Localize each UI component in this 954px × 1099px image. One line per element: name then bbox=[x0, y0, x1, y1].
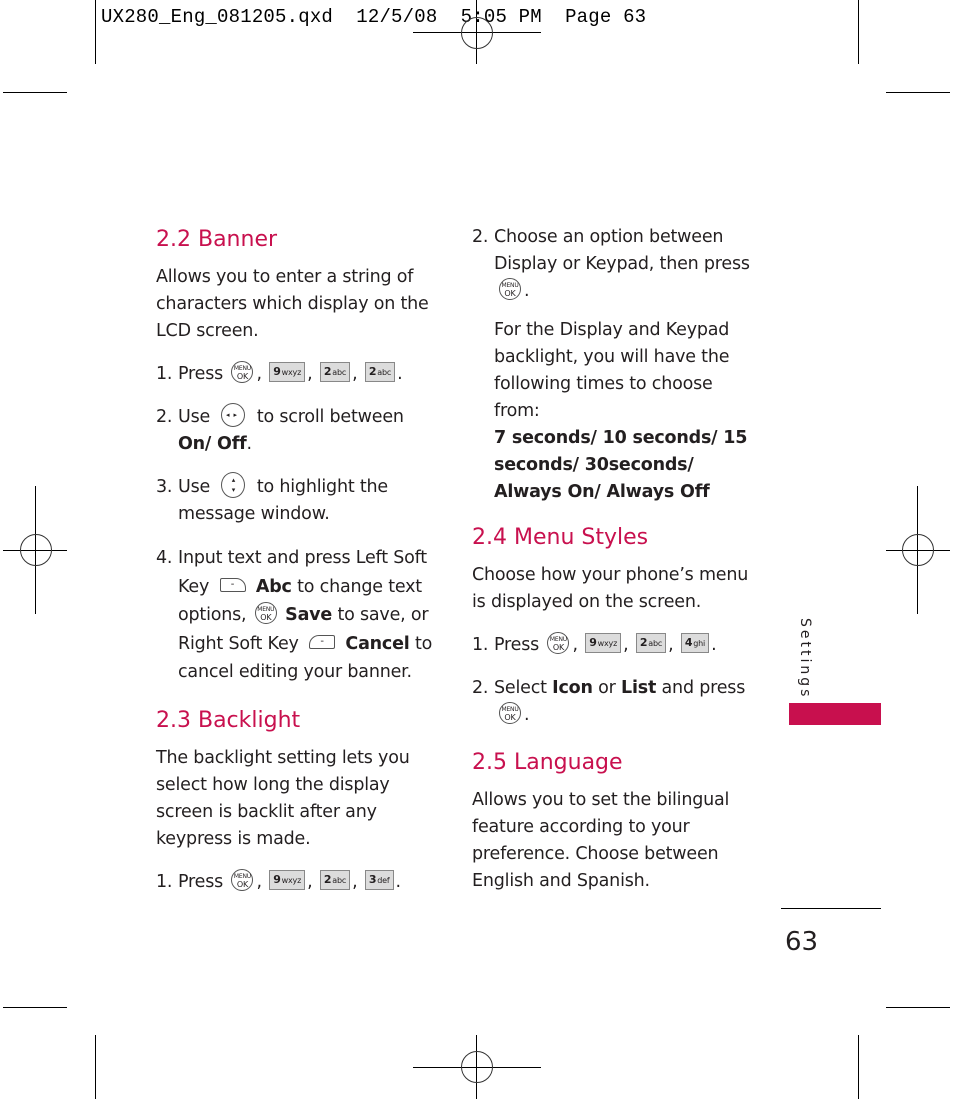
key-9-icon: 9wxyz bbox=[269, 362, 306, 382]
section-heading-language: 2.5 Language bbox=[472, 750, 623, 775]
right-soft-key-icon: - bbox=[309, 634, 336, 649]
left-column: 2.2 Banner Allows you to enter a string … bbox=[156, 226, 441, 896]
registration-circle bbox=[902, 534, 934, 566]
backlight-options: 7 seconds/ 10 seconds/ 15 seconds/ 30sec… bbox=[494, 428, 748, 502]
section-heading-menu-styles: 2.4 Menu Styles bbox=[472, 525, 649, 550]
banner-step-3: 3. Use ▴ ▾ to highlight the message windo… bbox=[156, 472, 441, 528]
menu-styles-step-2: 2. Select Icon or List and press MENU OK. bbox=[472, 678, 746, 725]
crop-mark bbox=[858, 1035, 859, 1099]
banner-step-4: 4. Input text and press Left Soft Key - … bbox=[156, 548, 433, 682]
chapter-tab-marker bbox=[789, 703, 881, 725]
backlight-note: For the Display and Keypad backlight, yo… bbox=[494, 320, 730, 421]
footer-rule bbox=[781, 908, 881, 909]
crop-mark bbox=[858, 0, 859, 64]
menu-styles-step-1: 1. Press MENU OK, 9wxyz, 2abc, 4ghi. bbox=[472, 632, 757, 659]
crop-mark bbox=[886, 92, 950, 93]
crop-mark bbox=[3, 92, 67, 93]
print-slug: UX280_Eng_081205.qxd 12/5/08 5:05 PM Pag… bbox=[101, 6, 647, 28]
banner-intro: Allows you to enter a string of characte… bbox=[156, 267, 429, 341]
menu-styles-intro: Choose how your phone’s menu is displaye… bbox=[472, 565, 749, 612]
registration-circle bbox=[461, 1051, 493, 1083]
chapter-tab-label: Settings bbox=[797, 618, 813, 700]
menu-ok-key-icon: MENU OK bbox=[254, 602, 277, 624]
banner-step-2: 2. Use ◂▸ to scroll between On/ Off. bbox=[156, 403, 441, 458]
key-9-icon: 9wxyz bbox=[269, 869, 306, 890]
banner-step-1: 1. Press MENU OK, 9wxyz, 2abc, 2abc. bbox=[156, 361, 441, 388]
menu-ok-key-icon: MENU OK bbox=[547, 632, 570, 654]
key-2-icon: 2abc bbox=[319, 869, 351, 890]
menu-ok-key-icon: MENU OK bbox=[231, 361, 254, 383]
up-down-nav-key-icon: ▴ ▾ bbox=[221, 472, 246, 498]
page-number: 63 bbox=[785, 927, 819, 957]
backlight-intro: The backlight setting lets you select ho… bbox=[156, 747, 410, 849]
crop-mark bbox=[3, 1007, 67, 1008]
key-2-icon: 2abc bbox=[635, 633, 667, 653]
menu-ok-key-icon: MENU OK bbox=[499, 278, 521, 300]
key-2-icon: 2abc bbox=[364, 362, 396, 382]
crop-mark bbox=[95, 1035, 96, 1099]
registration-circle bbox=[461, 17, 493, 49]
section-heading-banner: 2.2 Banner bbox=[156, 227, 278, 252]
section-heading-backlight: 2.3 Backlight bbox=[156, 707, 301, 733]
backlight-step-1: 1. Press MENU OK, 9wxyz, 2abc, 3def. bbox=[156, 868, 441, 896]
language-intro: Allows you to set the bilingual feature … bbox=[472, 790, 730, 891]
backlight-step-2: 2. Choose an option between Display or K… bbox=[472, 227, 750, 301]
crop-mark bbox=[886, 1007, 950, 1008]
crop-mark bbox=[95, 0, 96, 64]
key-9-icon: 9wxyz bbox=[585, 633, 622, 653]
registration-circle bbox=[20, 534, 52, 566]
menu-ok-key-icon: MENU OK bbox=[499, 702, 521, 724]
key-3-icon: 3def bbox=[364, 869, 394, 890]
menu-ok-key-icon: MENU OK bbox=[231, 868, 254, 891]
right-column: 2. Choose an option between Display or K… bbox=[472, 224, 757, 895]
left-right-nav-key-icon: ◂▸ bbox=[221, 403, 246, 427]
key-2-icon: 2abc bbox=[319, 362, 351, 382]
key-4-icon: 4ghi bbox=[680, 633, 710, 653]
left-soft-key-icon: - bbox=[219, 577, 246, 592]
